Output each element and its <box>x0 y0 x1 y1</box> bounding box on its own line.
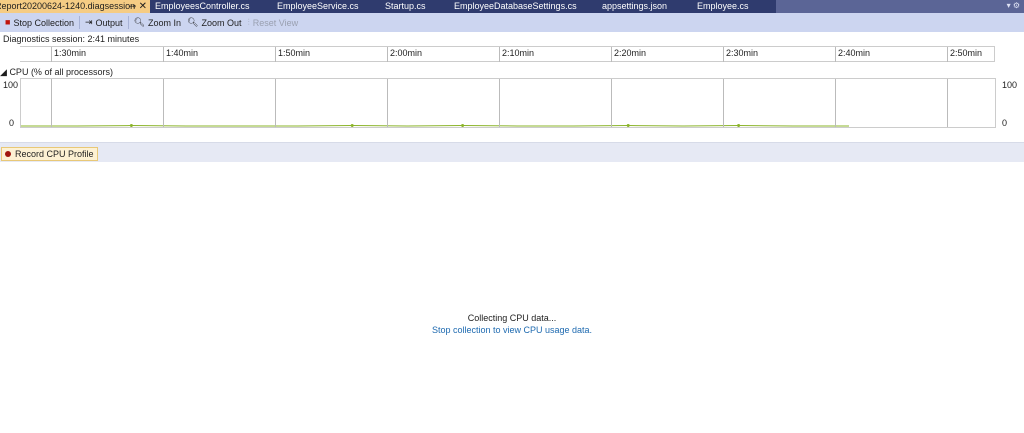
toolbar: ■ Stop Collection ⇥ Output 🔍︎ Zoom In 🔍︎ Zoo… <box>0 13 1024 32</box>
gridline <box>163 79 164 127</box>
reset-view-button[interactable]: ⫶ Reset View <box>244 15 301 30</box>
tab-label: EmployeeService.cs <box>277 1 359 11</box>
document-tab-bar: Report20200624-1240.diagsession ⊸ ✕ Empl… <box>0 0 1024 13</box>
reset-view-icon: ⫶ <box>247 17 250 27</box>
separator <box>127 16 129 29</box>
ruler-tick-label: 2:40min <box>835 47 870 62</box>
separator <box>78 16 80 29</box>
collecting-message: Collecting CPU data... <box>467 313 557 323</box>
zoom-out-icon: 🔍︎ <box>187 17 199 27</box>
stop-collection-hint: Stop collection to view CPU usage data. <box>431 325 593 335</box>
close-icon[interactable]: ✕ <box>139 0 147 13</box>
record-cpu-profile-button[interactable]: Record CPU Profile <box>1 147 98 161</box>
collapse-icon: ◢ <box>0 67 7 77</box>
tab-employee[interactable]: Employee.cs <box>692 0 776 13</box>
ruler-tick-label: 1:30min <box>51 47 86 62</box>
gridline <box>835 79 836 127</box>
gridline <box>387 79 388 127</box>
label: Record CPU Profile <box>15 149 94 159</box>
zoom-out-button[interactable]: 🔍︎ Zoom Out <box>184 15 244 30</box>
label: Stop Collection <box>13 17 74 28</box>
gridline <box>499 79 500 127</box>
tab-dropdown-icon[interactable]: ▾ <box>1007 1 1011 10</box>
tab-employee-service[interactable]: EmployeeService.cs <box>272 0 380 13</box>
cpu-data-point <box>737 124 741 127</box>
cpu-data-point <box>350 124 354 127</box>
cpu-section-header[interactable]: ◢ CPU (% of all processors) <box>0 67 113 78</box>
y-max-right: 100 <box>1002 80 1018 90</box>
ruler-tick-label: 1:40min <box>163 47 198 62</box>
timeline-ruler[interactable]: 1:30min 1:40min 1:50min 2:00min 2:10min 2:20m… <box>20 46 995 62</box>
tab-appsettings[interactable]: appsettings.json <box>597 0 692 13</box>
cpu-label: CPU (% of all processors) <box>9 67 113 77</box>
record-bar: Record CPU Profile <box>0 142 1024 162</box>
ruler-tick-label: 2:50min <box>947 47 982 62</box>
cpu-plot <box>21 124 849 127</box>
tab-startup[interactable]: Startup.cs <box>380 0 449 13</box>
ruler-tick-label: 1:50min <box>275 47 310 62</box>
ruler-tick-label: 2:00min <box>387 47 422 62</box>
tab-label: appsettings.json <box>602 1 668 11</box>
tab-label: EmployeesController.cs <box>155 1 250 11</box>
tab-label: EmployeeDatabaseSettings.cs <box>454 1 577 11</box>
gridline <box>947 79 948 127</box>
cpu-data-point <box>626 124 630 127</box>
gridline <box>723 79 724 127</box>
cpu-data-point <box>461 124 465 127</box>
pin-icon[interactable]: ⊸ <box>128 0 136 13</box>
tab-label: Startup.cs <box>385 1 426 11</box>
session-duration: Diagnostics session: 2:41 minutes <box>3 34 140 44</box>
gear-icon[interactable]: ⚙ <box>1013 1 1020 10</box>
tab-label: Report20200624-1240.diagsession <box>0 1 136 11</box>
ruler-tick-label: 2:20min <box>611 47 646 62</box>
stop-icon: ■ <box>5 17 11 27</box>
ruler-tick-label: 2:10min <box>499 47 534 62</box>
output-icon: ⇥ <box>84 17 93 27</box>
tab-diagsession[interactable]: Report20200624-1240.diagsession ⊸ ✕ <box>0 0 150 13</box>
y-max-left: 100 <box>3 80 19 90</box>
gridline <box>611 79 612 127</box>
record-icon <box>5 151 11 157</box>
label: Reset View <box>252 17 299 28</box>
tab-label: Employee.cs <box>697 1 749 11</box>
tab-employees-controller[interactable]: EmployeesController.cs <box>150 0 272 13</box>
gridline <box>51 79 52 127</box>
tab-employee-database-settings[interactable]: EmployeeDatabaseSettings.cs <box>449 0 597 13</box>
label: Output <box>95 17 123 28</box>
gridline <box>275 79 276 127</box>
output-button[interactable]: ⇥ Output <box>82 15 126 30</box>
zoom-in-button[interactable]: 🔍︎ Zoom In <box>131 15 184 30</box>
ruler-tick-label: 2:30min <box>723 47 758 62</box>
stop-collection-button[interactable]: ■ Stop Collection <box>2 15 77 30</box>
label: Zoom In <box>148 17 182 28</box>
cpu-data-point <box>129 124 133 127</box>
cpu-chart[interactable] <box>20 78 996 128</box>
y-min-right: 0 <box>1002 118 1008 128</box>
label: Zoom Out <box>201 17 242 28</box>
y-min-left: 0 <box>9 118 15 128</box>
zoom-in-icon: 🔍︎ <box>133 17 145 27</box>
